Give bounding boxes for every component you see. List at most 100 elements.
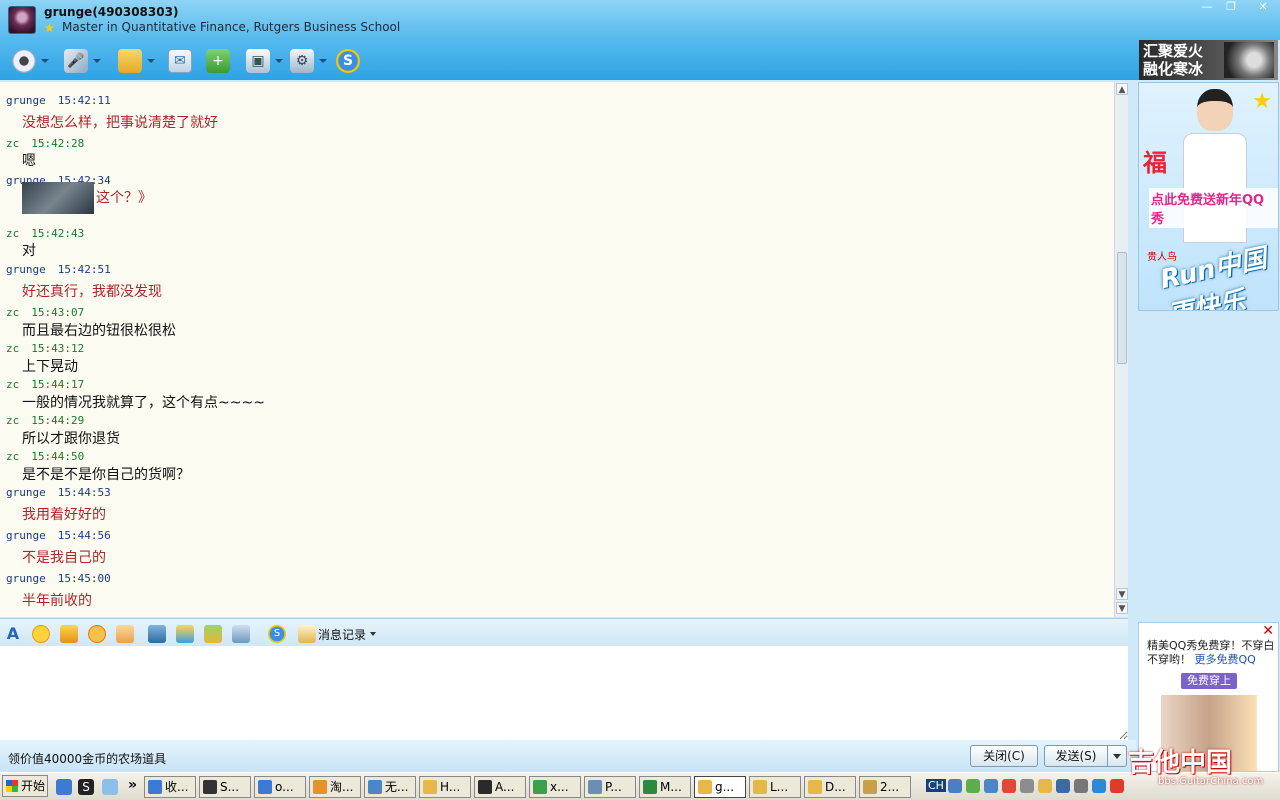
taskbar-task[interactable]: 2... bbox=[859, 776, 911, 798]
message-sender[interactable]: zc bbox=[6, 450, 19, 463]
image-icon[interactable] bbox=[148, 625, 166, 643]
antivirus-icon[interactable] bbox=[1002, 779, 1016, 793]
message-history-button[interactable]: 消息记录 bbox=[318, 626, 366, 643]
taskbar-task[interactable]: o... bbox=[254, 776, 306, 798]
message-body: 而且最右边的钮很松很松 bbox=[22, 320, 176, 340]
message-sender[interactable]: zc bbox=[6, 137, 19, 150]
s-app-icon[interactable]: S bbox=[78, 779, 94, 795]
contact-name: grunge(490308303) bbox=[44, 5, 179, 19]
send-mail-button[interactable]: ✉ bbox=[168, 48, 192, 74]
qq-tray-icon[interactable] bbox=[1038, 779, 1052, 793]
messenger-icon[interactable] bbox=[102, 779, 118, 795]
message-sender[interactable]: grunge bbox=[6, 263, 46, 276]
qq-show-ad[interactable]: ★ 福 点此免费送新年QQ秀 贵人鸟 Run中国 更快乐 bbox=[1138, 82, 1279, 311]
font-icon[interactable]: A bbox=[4, 625, 22, 643]
task-app-icon bbox=[588, 780, 602, 794]
music-icon[interactable] bbox=[204, 625, 222, 643]
taskbar-task[interactable]: A... bbox=[474, 776, 526, 798]
close-ad-icon[interactable]: ✕ bbox=[1262, 623, 1274, 639]
contact-avatar[interactable] bbox=[8, 6, 36, 34]
create-group-button[interactable]: + bbox=[206, 48, 230, 74]
taskbar-task[interactable]: D... bbox=[804, 776, 856, 798]
screenshot-icon[interactable] bbox=[176, 625, 194, 643]
scroll-thumb[interactable] bbox=[1117, 252, 1127, 364]
history-icon[interactable] bbox=[298, 625, 316, 643]
scroll-down-button[interactable]: ▼ bbox=[1116, 588, 1128, 600]
display-icon[interactable] bbox=[1056, 779, 1070, 793]
scene-icon[interactable] bbox=[88, 625, 106, 643]
message-body: 没想怎么样，把事说清楚了就好 bbox=[22, 112, 218, 132]
quicklaunch-chevron[interactable]: » bbox=[128, 777, 137, 793]
scroll-up-button[interactable]: ▲ bbox=[1116, 83, 1128, 95]
bluetooth-icon[interactable] bbox=[984, 779, 998, 793]
taskbar-task[interactable]: g... bbox=[694, 776, 746, 798]
chevron-down-icon[interactable] bbox=[147, 59, 155, 63]
chevron-down-icon[interactable] bbox=[275, 59, 283, 63]
update-icon[interactable] bbox=[966, 779, 980, 793]
chevron-down-icon[interactable] bbox=[319, 59, 327, 63]
scroll-to-bottom-button[interactable]: ▼ bbox=[1116, 602, 1128, 614]
tray-alert-icon[interactable] bbox=[1110, 779, 1124, 793]
message-sender[interactable]: zc bbox=[6, 414, 19, 427]
message-time: 15:44:56 bbox=[57, 529, 111, 542]
shake-icon[interactable] bbox=[116, 625, 134, 643]
taskbar-task[interactable]: 淘... bbox=[309, 776, 361, 798]
start-button[interactable]: 开始 bbox=[2, 775, 48, 797]
message-input[interactable] bbox=[0, 646, 1128, 740]
chat-scrollbar[interactable]: ▲ ▼ ▼ bbox=[1114, 82, 1128, 617]
app-button[interactable]: ▣ bbox=[246, 48, 283, 74]
chevron-down-icon[interactable] bbox=[370, 632, 376, 636]
maximize-button[interactable]: ❐ bbox=[1220, 0, 1242, 14]
task-label: 无... bbox=[385, 780, 409, 794]
s-logo-icon[interactable]: S bbox=[268, 625, 286, 643]
message-sender[interactable]: zc bbox=[6, 227, 19, 240]
message-sender[interactable]: zc bbox=[6, 342, 19, 355]
taskbar-task[interactable]: P... bbox=[584, 776, 636, 798]
network-icon[interactable] bbox=[948, 779, 962, 793]
ime-indicator[interactable]: CH bbox=[926, 779, 946, 792]
star-icon: ★ bbox=[1252, 89, 1272, 114]
ad-free-qq-show-text[interactable]: 点此免费送新年QQ秀 bbox=[1149, 188, 1278, 228]
send-options-button[interactable] bbox=[1107, 745, 1127, 767]
ad-more-link[interactable]: 更多免费QQ bbox=[1195, 653, 1256, 666]
chat-history[interactable]: grunge 15:42:11 没想怎么样，把事说清楚了就好 zc 15:42:28 嗯 g… bbox=[0, 82, 1114, 617]
taskbar-task[interactable]: M... bbox=[639, 776, 691, 798]
magic-emoji-icon[interactable] bbox=[60, 625, 78, 643]
chevron-down-icon[interactable] bbox=[93, 59, 101, 63]
settings-button[interactable]: ⚙ bbox=[290, 48, 327, 74]
message-meta: zc 15:43:07 bbox=[6, 306, 84, 319]
contact-signature: Master in Quantitative Finance, Rutgers … bbox=[62, 20, 401, 34]
ie-icon[interactable] bbox=[56, 779, 72, 795]
message-sender[interactable]: grunge bbox=[6, 529, 46, 542]
minimize-button[interactable]: — bbox=[1196, 0, 1218, 14]
wear-for-free-button[interactable]: 免费穿上 bbox=[1181, 673, 1237, 689]
taskbar-task[interactable]: H... bbox=[419, 776, 471, 798]
taskbar-task[interactable]: S... bbox=[199, 776, 251, 798]
close-window-button[interactable]: ✕ bbox=[1252, 0, 1274, 14]
message-sender[interactable]: grunge bbox=[6, 94, 46, 107]
send-file-button[interactable] bbox=[118, 48, 155, 74]
message-sender[interactable]: grunge bbox=[6, 572, 46, 585]
video-call-button[interactable] bbox=[12, 48, 49, 74]
screen-capture-icon[interactable] bbox=[232, 625, 250, 643]
taskbar-task[interactable]: L... bbox=[749, 776, 801, 798]
taskbar-task[interactable]: 无... bbox=[364, 776, 416, 798]
tray-app-icon[interactable] bbox=[1092, 779, 1106, 793]
taskbar-task[interactable]: x... bbox=[529, 776, 581, 798]
message-sender[interactable]: grunge bbox=[6, 486, 46, 499]
emoji-icon[interactable] bbox=[32, 625, 50, 643]
voice-call-button[interactable]: 🎤 bbox=[64, 48, 101, 74]
message-sender[interactable]: zc bbox=[6, 306, 19, 319]
close-button[interactable]: 关闭(C) bbox=[970, 745, 1038, 767]
volume-icon[interactable] bbox=[1020, 779, 1034, 793]
usb-icon[interactable] bbox=[1074, 779, 1088, 793]
send-button[interactable]: 发送(S) bbox=[1044, 745, 1108, 767]
message-meta: zc 15:42:43 bbox=[6, 227, 84, 240]
chevron-down-icon[interactable] bbox=[41, 59, 49, 63]
taskbar-task[interactable]: 收... bbox=[144, 776, 196, 798]
message-sender[interactable]: zc bbox=[6, 378, 19, 391]
farm-promo-link[interactable]: 领价值40000金币的农场道具 bbox=[8, 750, 166, 767]
soso-button[interactable]: S bbox=[336, 48, 360, 74]
chat-image[interactable] bbox=[22, 182, 94, 214]
top-ad-banner[interactable]: 汇聚爱火 融化寒冰 bbox=[1139, 40, 1278, 80]
